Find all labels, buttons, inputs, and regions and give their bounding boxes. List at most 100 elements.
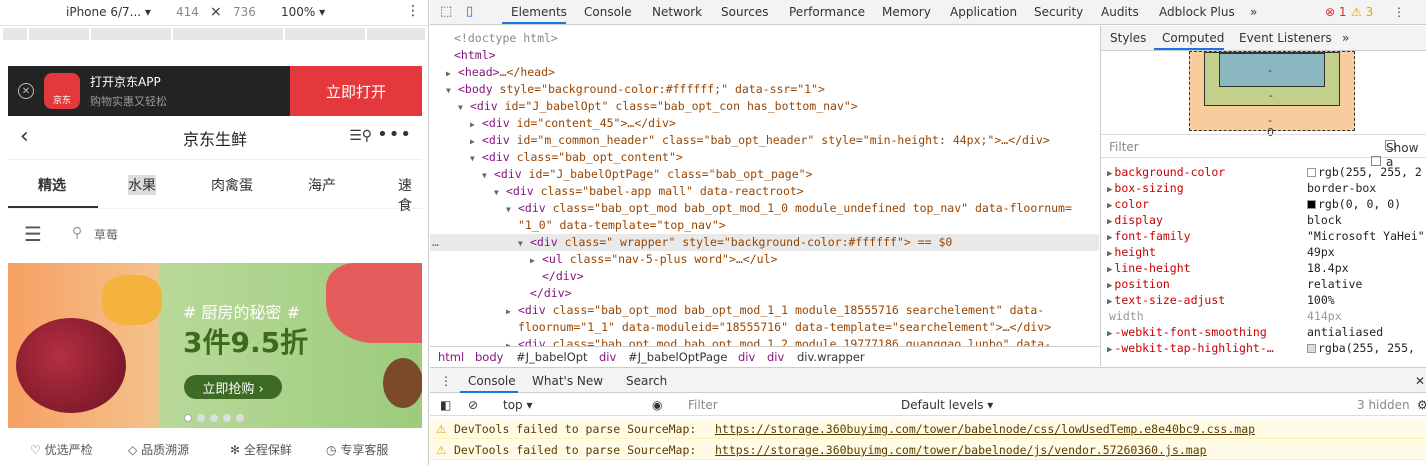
expand-property-icon[interactable]: ▶ — [1107, 297, 1112, 307]
category-tab-fruit[interactable]: 水果 — [128, 175, 156, 195]
color-swatch-icon[interactable] — [1307, 168, 1316, 177]
breadcrumb-div-wrapper[interactable]: div.wrapper — [797, 350, 865, 364]
console-settings-icon[interactable]: ⚙ — [1417, 398, 1426, 412]
computed-property-row[interactable]: ▶ line-height 18.4px — [1107, 260, 1426, 276]
breadcrumb-div[interactable]: div — [738, 350, 755, 364]
media-query-bar[interactable] — [0, 28, 428, 42]
drawer-tab-search[interactable]: Search — [626, 374, 667, 388]
tab-console[interactable]: Console — [584, 5, 632, 19]
expand-property-icon[interactable]: ▶ — [1107, 329, 1112, 339]
promo-banner[interactable]: # 厨房的秘密 # 3件9.5折 立即抢购 › — [8, 263, 422, 428]
carousel-dot[interactable] — [223, 414, 231, 422]
drawer-tab-whats-new[interactable]: What's New — [532, 374, 603, 388]
inspect-element-icon[interactable]: ⬚ — [440, 4, 452, 19]
context-select[interactable]: top ▾ — [503, 398, 533, 412]
computed-property-row[interactable]: ▶ display block — [1107, 212, 1426, 228]
more-icon[interactable]: ••• — [377, 124, 412, 145]
more-tabs-icon[interactable]: » — [1342, 31, 1349, 45]
tab-memory[interactable]: Memory — [882, 5, 931, 19]
expand-toggle-icon[interactable]: ▶ — [506, 337, 518, 346]
elements-tree[interactable]: <!doctype html> <html> ▶ <head>…</head> ▼ <bo… — [430, 26, 1099, 346]
search-input[interactable]: 草莓 — [94, 226, 118, 243]
expand-toggle-icon[interactable]: ▼ — [470, 150, 482, 167]
drawer-menu-icon[interactable]: ⋮ — [440, 374, 452, 388]
console-filter-input[interactable]: Filter — [688, 398, 718, 412]
computed-property-row[interactable]: ▶ height 49px — [1107, 244, 1426, 260]
device-more-icon[interactable]: ⋮ — [406, 3, 420, 19]
device-select[interactable]: iPhone 6/7... ▾ — [66, 5, 151, 19]
sourcemap-link[interactable]: https://storage.360buyimg.com/tower/babe… — [715, 443, 1207, 457]
expand-toggle-icon[interactable]: ▼ — [482, 167, 494, 184]
computed-property-row[interactable]: width 414px — [1107, 308, 1426, 324]
back-icon[interactable]: ‹ — [20, 124, 29, 149]
drawer-tab-console[interactable]: Console — [468, 374, 516, 388]
buy-now-button[interactable]: 立即抢购 › — [184, 375, 282, 399]
computed-property-row[interactable]: ▶ text-size-adjust 100% — [1107, 292, 1426, 308]
computed-filter-input[interactable]: Filter — [1109, 140, 1139, 154]
category-tab-featured[interactable]: 精选 — [38, 175, 66, 195]
tab-sources[interactable]: Sources — [721, 5, 768, 19]
eye-icon[interactable]: ◉ — [652, 398, 662, 412]
warning-count-badge[interactable]: ⚠ 3 — [1351, 5, 1373, 19]
expand-property-icon[interactable]: ▶ — [1107, 345, 1112, 355]
banner-close-button[interactable]: ✕ — [8, 66, 44, 116]
expand-toggle-icon[interactable]: ▶ — [470, 133, 482, 150]
clear-console-icon[interactable]: ⊘ — [468, 398, 478, 412]
category-tab-seafood[interactable]: 海产 — [308, 175, 336, 195]
tab-security[interactable]: Security — [1034, 5, 1083, 19]
sourcemap-link[interactable]: https://storage.360buyimg.com/tower/babe… — [715, 422, 1255, 436]
expand-toggle-icon[interactable]: ▶ — [446, 65, 458, 82]
expand-toggle-icon[interactable]: ▼ — [494, 184, 506, 201]
expand-toggle-icon[interactable]: ▼ — [458, 99, 470, 116]
sidebar-toggle-icon[interactable]: ◧ — [440, 398, 451, 412]
breadcrumb-babeloptpage[interactable]: #J_babelOptPage — [628, 350, 727, 364]
breadcrumb-div[interactable]: div — [767, 350, 784, 364]
carousel-dot[interactable] — [197, 414, 205, 422]
computed-property-row[interactable]: ▶ box-sizing border-box — [1107, 180, 1426, 196]
expand-toggle-icon[interactable]: ▶ — [530, 252, 542, 269]
expand-toggle-icon[interactable]: ▼ — [506, 201, 518, 218]
expand-toggle-icon[interactable]: ▼ — [446, 82, 458, 99]
tab-adblock-plus[interactable]: Adblock Plus — [1159, 5, 1235, 19]
computed-property-row[interactable]: ▶ color rgb(0, 0, 0) — [1107, 196, 1426, 212]
breadcrumb-body[interactable]: body — [475, 350, 503, 364]
expand-toggle-icon[interactable]: ▶ — [470, 116, 482, 133]
expand-property-icon[interactable]: ▶ — [1107, 185, 1112, 195]
open-app-button[interactable]: 立即打开 — [290, 66, 422, 116]
tab-elements[interactable]: Elements — [511, 5, 567, 19]
computed-property-row[interactable]: ▶ position relative — [1107, 276, 1426, 292]
tab-network[interactable]: Network — [652, 5, 702, 19]
expand-property-icon[interactable]: ▶ — [1107, 265, 1112, 275]
expand-property-icon[interactable]: ▶ — [1107, 201, 1112, 211]
carousel-dot[interactable] — [236, 414, 244, 422]
more-tabs-icon[interactable]: » — [1250, 5, 1257, 19]
tab-styles[interactable]: Styles — [1110, 31, 1146, 45]
computed-property-row[interactable]: ▶ font-family "Microsoft YaHei" — [1107, 228, 1426, 244]
expand-toggle-icon[interactable]: ▼ — [518, 235, 530, 252]
expand-property-icon[interactable]: ▶ — [1107, 169, 1112, 179]
devtools-menu-icon[interactable]: ⋮ — [1393, 5, 1405, 19]
breadcrumb-div[interactable]: div — [599, 350, 616, 364]
color-swatch-icon[interactable] — [1307, 344, 1316, 353]
device-height-input[interactable]: 736 — [233, 5, 256, 19]
close-drawer-icon[interactable]: ✕ — [1415, 374, 1425, 388]
carousel-dot[interactable] — [210, 414, 218, 422]
device-toolbar-icon[interactable]: ▯ — [466, 4, 473, 19]
category-tab-meat[interactable]: 肉禽蛋 — [211, 175, 253, 195]
color-swatch-icon[interactable] — [1307, 200, 1316, 209]
expand-property-icon[interactable]: ▶ — [1107, 281, 1112, 291]
dom-node-line[interactable]: ▼ <div class=" wrapper" style="background… — [430, 234, 1099, 251]
tab-event-listeners[interactable]: Event Listeners — [1239, 31, 1332, 45]
expand-toggle-icon[interactable]: ▶ — [506, 303, 518, 320]
zoom-select[interactable]: 100% ▾ — [281, 5, 325, 19]
computed-property-row[interactable]: ▶ -webkit-tap-highlight-… rgba(255, 255, — [1107, 340, 1426, 356]
error-count-badge[interactable]: ⊗ 1 — [1325, 5, 1347, 19]
device-width-input[interactable]: 414 — [176, 5, 199, 19]
computed-property-row[interactable]: ▶ background-color rgb(255, 255, 2 — [1107, 164, 1426, 180]
expand-property-icon[interactable]: ▶ — [1107, 217, 1112, 227]
tab-application[interactable]: Application — [950, 5, 1017, 19]
breadcrumb-html[interactable]: html — [438, 350, 464, 364]
tab-performance[interactable]: Performance — [789, 5, 865, 19]
breadcrumb-babelopt[interactable]: #J_babelOpt — [516, 350, 588, 364]
computed-property-row[interactable]: ▶ -webkit-font-smoothing antialiased — [1107, 324, 1426, 340]
